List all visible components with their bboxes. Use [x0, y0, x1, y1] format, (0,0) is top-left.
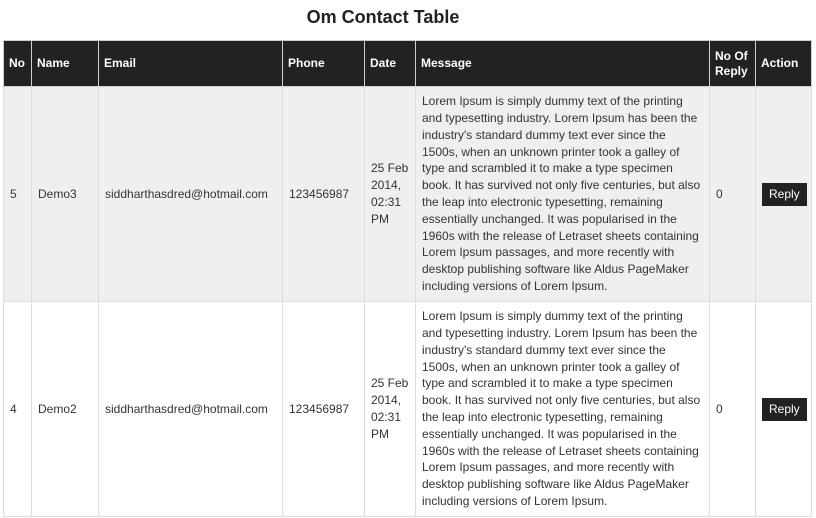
reply-button[interactable]: Reply [762, 397, 807, 421]
cell-phone: 123456987 [282, 301, 365, 517]
column-header-date[interactable]: Date [364, 40, 416, 87]
column-header-email[interactable]: Email [98, 40, 283, 87]
column-header-no[interactable]: No [3, 40, 32, 87]
cell-name: Demo3 [31, 86, 99, 302]
cell-email: siddharthasdred@hotmail.com [98, 301, 283, 517]
cell-message: Lorem Ipsum is simply dummy text of the … [415, 301, 710, 517]
cell-no: 5 [3, 86, 32, 302]
cell-date: 25 Feb 2014, 02:31 PM [364, 301, 416, 517]
table-row: 5 Demo3 siddharthasdred@hotmail.com 1234… [3, 86, 812, 302]
column-header-name[interactable]: Name [31, 40, 99, 87]
cell-date: 25 Feb 2014, 02:31 PM [364, 86, 416, 302]
cell-name: Demo2 [31, 301, 99, 517]
column-header-phone[interactable]: Phone [282, 40, 365, 87]
reply-button[interactable]: Reply [762, 182, 807, 206]
cell-message: Lorem Ipsum is simply dummy text of the … [415, 86, 710, 302]
cell-email: siddharthasdred@hotmail.com [98, 86, 283, 302]
cell-reply-count: 0 [709, 86, 756, 302]
cell-action: Reply [755, 86, 812, 302]
table-row: 4 Demo2 siddharthasdred@hotmail.com 1234… [3, 301, 812, 517]
column-header-action[interactable]: Action [755, 40, 812, 87]
cell-reply-count: 0 [709, 301, 756, 517]
page-title: Om Contact Table [306, 7, 460, 27]
table-header-row: No Name Email Phone Date Message No Of R… [3, 40, 812, 87]
column-header-reply-count[interactable]: No Of Reply [709, 40, 756, 87]
cell-action: Reply [755, 301, 812, 517]
cell-no: 4 [3, 301, 32, 517]
cell-phone: 123456987 [282, 86, 365, 302]
contact-table: No Name Email Phone Date Message No Of R… [3, 40, 812, 517]
column-header-message[interactable]: Message [415, 40, 710, 87]
